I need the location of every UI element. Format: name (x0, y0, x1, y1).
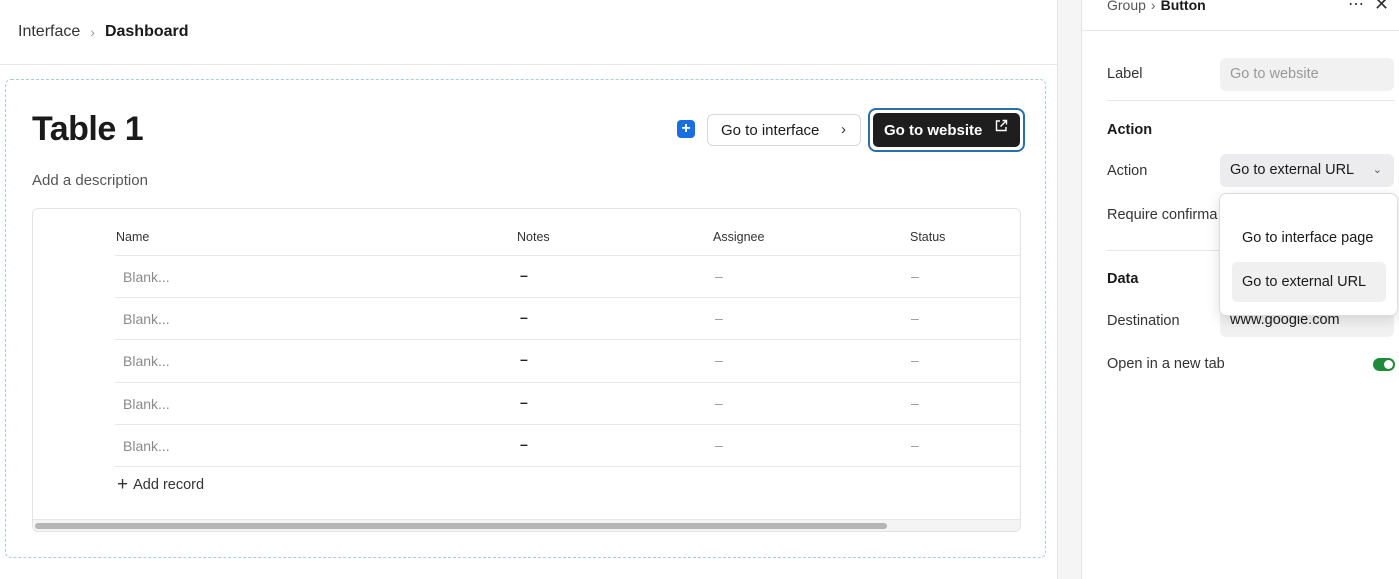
cell-assignee[interactable]: – (715, 352, 723, 368)
main-canvas: Interface › Dashboard Table 1 Add a desc… (0, 0, 1058, 579)
page-description[interactable]: Add a description (32, 172, 148, 189)
panel-breadcrumb-chevron-icon: › (1150, 0, 1156, 13)
cell-name[interactable]: Blank... (123, 353, 170, 369)
cell-assignee[interactable]: – (715, 395, 723, 411)
go-to-website-label: Go to website (884, 121, 983, 139)
toggle-knob (1384, 360, 1393, 369)
table-row[interactable]: Blank... – – – (115, 424, 1020, 466)
action-section-title: Action (1107, 122, 1153, 138)
panel-breadcrumb: Group › Button (1107, 0, 1206, 13)
page-title[interactable]: Table 1 (32, 110, 144, 149)
go-to-interface-button[interactable]: Go to interface › (707, 114, 861, 146)
selected-button-outline: Go to website (868, 108, 1025, 152)
go-to-interface-label: Go to interface (721, 121, 820, 139)
cell-status[interactable]: – (911, 352, 919, 368)
cell-status[interactable]: – (911, 268, 919, 284)
cell-status[interactable]: – (911, 395, 919, 411)
open-new-tab-toggle[interactable] (1373, 358, 1395, 371)
cell-status[interactable]: – (911, 310, 919, 326)
action-field-label: Action (1107, 163, 1148, 179)
horizontal-scrollbar[interactable] (33, 519, 1020, 531)
breadcrumb-dashboard: Dashboard (104, 23, 189, 40)
label-input[interactable]: Go to website (1220, 58, 1394, 91)
scrollbar-thumb[interactable] (35, 523, 887, 529)
add-record-button[interactable]: + Add record (117, 474, 205, 495)
cell-notes[interactable]: – (520, 394, 528, 410)
column-header-status[interactable]: Status (910, 230, 945, 244)
destination-label: Destination (1107, 313, 1180, 329)
table-row[interactable]: Blank... – – – (115, 382, 1020, 424)
column-header-name[interactable]: Name (116, 230, 149, 244)
data-table: Name Notes Assignee Status Blank... – – … (32, 208, 1021, 532)
panel-breadcrumb-button: Button (1160, 0, 1206, 13)
label-field-label: Label (1107, 66, 1143, 82)
option-go-to-interface-page[interactable]: Go to interface page (1232, 218, 1386, 258)
action-select[interactable]: Go to external URL ⌄ (1220, 154, 1394, 187)
action-select-value: Go to external URL (1230, 162, 1355, 178)
action-dropdown-menu: Go to interface page Go to external URL (1219, 193, 1398, 316)
breadcrumb-interface[interactable]: Interface (18, 23, 80, 41)
table-row[interactable]: Blank... – – – (115, 255, 1020, 297)
cell-name[interactable]: Blank... (123, 396, 170, 412)
add-button-plus-icon[interactable]: + (677, 120, 695, 138)
cell-assignee[interactable]: – (715, 268, 723, 284)
panel-divider (1082, 30, 1399, 31)
plus-icon: + (117, 474, 129, 495)
page-canvas-box: Table 1 Add a description + Go to interf… (5, 79, 1046, 558)
external-link-icon (995, 119, 1008, 132)
breadcrumb-chevron-icon: › (90, 24, 95, 40)
table-row-divider (115, 466, 1020, 467)
cell-name[interactable]: Blank... (123, 438, 170, 454)
cell-name[interactable]: Blank... (123, 311, 170, 327)
cell-status[interactable]: – (911, 437, 919, 453)
cell-notes[interactable]: – (520, 436, 528, 452)
table-row[interactable]: Blank... – – – (115, 297, 1020, 339)
data-section-title: Data (1107, 271, 1139, 287)
option-go-to-external-url[interactable]: Go to external URL (1232, 262, 1386, 302)
panel-breadcrumb-group[interactable]: Group (1107, 0, 1146, 13)
cell-assignee[interactable]: – (715, 437, 723, 453)
open-new-tab-label: Open in a new tab (1107, 356, 1225, 372)
chevron-right-icon: › (841, 121, 846, 138)
cell-notes[interactable]: – (520, 351, 528, 367)
close-icon[interactable]: ✕ (1374, 0, 1389, 15)
add-record-label: Add record (133, 477, 205, 493)
require-confirmation-label: Require confirma (1107, 207, 1218, 223)
go-to-website-button[interactable]: Go to website (873, 113, 1020, 147)
divider (1107, 100, 1395, 101)
column-header-assignee[interactable]: Assignee (713, 230, 764, 244)
table-row[interactable]: Blank... – – – (115, 339, 1020, 381)
column-header-notes[interactable]: Notes (517, 230, 550, 244)
more-options-icon[interactable]: ⋯ (1348, 0, 1365, 14)
cell-notes[interactable]: – (520, 267, 528, 283)
chevron-down-icon: ⌄ (1372, 164, 1382, 176)
cell-name[interactable]: Blank... (123, 269, 170, 285)
cell-notes[interactable]: – (520, 309, 528, 325)
cell-assignee[interactable]: – (715, 310, 723, 326)
topbar: Interface › Dashboard (0, 0, 1057, 65)
